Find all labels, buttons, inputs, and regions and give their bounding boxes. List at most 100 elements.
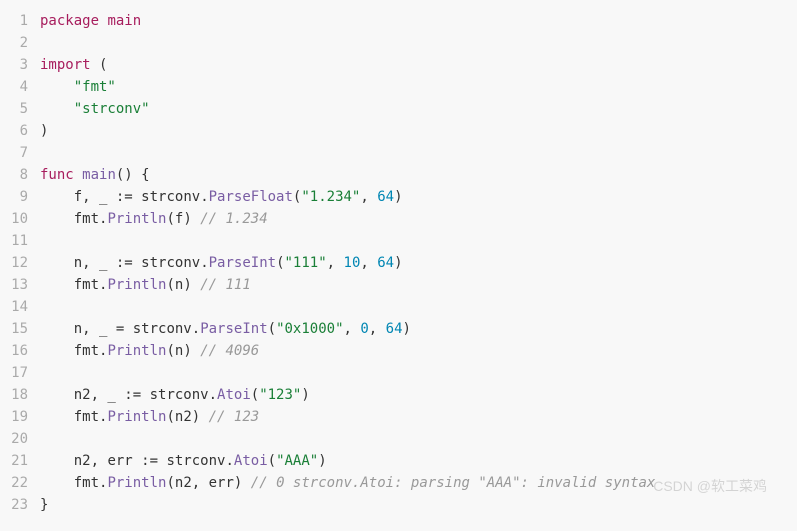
- token-str: "111": [285, 255, 327, 271]
- watermark-text: CSDN @软工菜鸡: [653, 475, 767, 497]
- token-comment: // 0 strconv.Atoi: parsing "AAA": invali…: [251, 475, 656, 491]
- token-ident: fmt: [74, 211, 99, 227]
- line-number: 9: [0, 186, 40, 208]
- token-kw: package: [40, 13, 99, 29]
- token-ident: n2: [175, 409, 192, 425]
- code-line: 18 n2, _ := strconv.Atoi("123"): [0, 384, 797, 406]
- token-ident: strconv: [141, 189, 200, 205]
- code-line: 23}: [0, 494, 797, 516]
- code-line: 3import (: [0, 54, 797, 76]
- code-line: 7: [0, 142, 797, 164]
- line-number: 20: [0, 428, 40, 450]
- code-line: 2: [0, 32, 797, 54]
- line-number: 7: [0, 142, 40, 164]
- line-number: 13: [0, 274, 40, 296]
- token-punct: (: [166, 211, 174, 227]
- token-num: 0: [360, 321, 368, 337]
- token-punct: .: [225, 453, 233, 469]
- token-call: Println: [107, 277, 166, 293]
- code-line: 13 fmt.Println(n) // 111: [0, 274, 797, 296]
- code-line: 8func main() {: [0, 164, 797, 186]
- line-number: 6: [0, 120, 40, 142]
- token-ident: fmt: [74, 277, 99, 293]
- line-content: n2, err := strconv.Atoi("AAA"): [40, 450, 797, 472]
- line-number: 19: [0, 406, 40, 428]
- token-punct: ): [183, 277, 200, 293]
- token-punct: , _ :=: [82, 255, 141, 271]
- token-ident: strconv: [166, 453, 225, 469]
- line-content: [40, 428, 797, 450]
- token-punct: ): [403, 321, 411, 337]
- token-ident: n2: [175, 475, 192, 491]
- line-content: n2, _ := strconv.Atoi("123"): [40, 384, 797, 406]
- line-content: }: [40, 494, 797, 516]
- line-number: 2: [0, 32, 40, 54]
- token-call: Atoi: [217, 387, 251, 403]
- token-str: "0x1000": [276, 321, 343, 337]
- token-num: 10: [344, 255, 361, 271]
- token-comment: // 1.234: [200, 211, 267, 227]
- line-content: func main() {: [40, 164, 797, 186]
- line-content: [40, 32, 797, 54]
- code-line: 15 n, _ = strconv.ParseInt("0x1000", 0, …: [0, 318, 797, 340]
- token-ident: err: [209, 475, 234, 491]
- token-kw: func: [40, 167, 74, 183]
- token-punct: (: [268, 321, 276, 337]
- token-ident: fmt: [74, 343, 99, 359]
- line-content: fmt.Println(n) // 4096: [40, 340, 797, 362]
- line-number: 23: [0, 494, 40, 516]
- token-punct: ,: [360, 189, 377, 205]
- line-number: 4: [0, 76, 40, 98]
- token-call: ParseInt: [209, 255, 276, 271]
- token-punct: () {: [116, 167, 150, 183]
- code-line: 19 fmt.Println(n2) // 123: [0, 406, 797, 428]
- token-str: "123": [259, 387, 301, 403]
- token-punct: :=: [133, 453, 167, 469]
- code-line: 5 "strconv": [0, 98, 797, 120]
- token-punct: [74, 167, 82, 183]
- token-ident: strconv: [141, 255, 200, 271]
- token-comment: // 111: [200, 277, 251, 293]
- line-number: 15: [0, 318, 40, 340]
- line-content: ): [40, 120, 797, 142]
- line-content: n, _ := strconv.ParseInt("111", 10, 64): [40, 252, 797, 274]
- token-punct: ,: [369, 321, 386, 337]
- token-ident: n: [74, 255, 82, 271]
- line-content: [40, 362, 797, 384]
- code-line: 21 n2, err := strconv.Atoi("AAA"): [0, 450, 797, 472]
- token-punct: ,: [192, 475, 209, 491]
- token-call: Println: [107, 475, 166, 491]
- line-number: 17: [0, 362, 40, 384]
- token-punct: .: [200, 189, 208, 205]
- token-ident: strconv: [150, 387, 209, 403]
- token-punct: ,: [360, 255, 377, 271]
- code-line: 6): [0, 120, 797, 142]
- token-num: 64: [377, 189, 394, 205]
- line-content: [40, 142, 797, 164]
- code-line: 1package main: [0, 10, 797, 32]
- line-content: "strconv": [40, 98, 797, 120]
- line-content: "fmt": [40, 76, 797, 98]
- line-content: n, _ = strconv.ParseInt("0x1000", 0, 64): [40, 318, 797, 340]
- token-punct: (: [91, 57, 108, 73]
- token-punct: ): [234, 475, 251, 491]
- token-num: 64: [386, 321, 403, 337]
- token-comment: // 4096: [200, 343, 259, 359]
- token-punct: ,: [91, 453, 108, 469]
- line-content: package main: [40, 10, 797, 32]
- token-str: "fmt": [74, 79, 116, 95]
- token-punct: , _ =: [82, 321, 133, 337]
- line-content: f, _ := strconv.ParseFloat("1.234", 64): [40, 186, 797, 208]
- code-line: 17: [0, 362, 797, 384]
- token-punct: (: [268, 453, 276, 469]
- line-content: fmt.Println(n2) // 123: [40, 406, 797, 428]
- token-punct: }: [40, 497, 48, 513]
- line-number: 21: [0, 450, 40, 472]
- line-number: 16: [0, 340, 40, 362]
- line-number: 8: [0, 164, 40, 186]
- token-punct: ,: [344, 321, 361, 337]
- token-punct: (: [276, 255, 284, 271]
- line-number: 14: [0, 296, 40, 318]
- token-call: ParseFloat: [209, 189, 293, 205]
- token-punct: ): [394, 255, 402, 271]
